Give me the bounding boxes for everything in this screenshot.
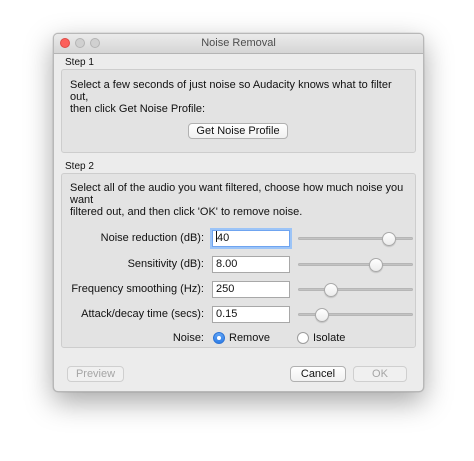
step2-instructions-line1: Select all of the audio you want filtere… bbox=[70, 182, 404, 194]
remove-radio-label[interactable]: Remove bbox=[229, 332, 270, 344]
sensitivity-slider-knob[interactable] bbox=[368, 258, 383, 272]
noise-removal-window: Noise Removal Step 1 Select a few second… bbox=[53, 33, 424, 392]
attack-decay-input[interactable]: 0.15 bbox=[212, 306, 290, 323]
noise-reduction-label: Noise reduction (dB): bbox=[100, 232, 204, 244]
get-noise-profile-button[interactable]: Get Noise Profile bbox=[188, 123, 288, 139]
step1-instructions-line3: then click Get Noise Profile: bbox=[70, 103, 206, 115]
ok-button[interactable]: OK bbox=[353, 366, 407, 382]
sensitivity-label: Sensitivity (dB): bbox=[127, 258, 204, 270]
sensitivity-slider[interactable] bbox=[298, 258, 413, 272]
step1-instructions-line1: Select a few seconds of just noise so Au… bbox=[70, 79, 392, 91]
sensitivity-input[interactable]: 8.00 bbox=[212, 256, 290, 273]
frequency-smoothing-slider-knob[interactable] bbox=[323, 283, 338, 297]
isolate-radio[interactable] bbox=[297, 332, 309, 344]
isolate-radio-label[interactable]: Isolate bbox=[313, 332, 345, 344]
step1-instructions-line2: out, bbox=[70, 91, 89, 103]
attack-decay-label: Attack/decay time (secs): bbox=[81, 308, 204, 320]
step2-label: Step 2 bbox=[65, 161, 94, 172]
title-bar[interactable]: Noise Removal bbox=[54, 34, 423, 54]
window-title: Noise Removal bbox=[201, 37, 276, 49]
step1-instructions: Select a few seconds of just noise so Au… bbox=[70, 79, 405, 115]
step1-group: Select a few seconds of just noise so Au… bbox=[61, 69, 416, 153]
attack-decay-slider-knob[interactable] bbox=[314, 308, 329, 322]
remove-radio[interactable] bbox=[213, 332, 225, 344]
noise-mode-label: Noise: bbox=[172, 332, 204, 344]
attack-decay-slider[interactable] bbox=[298, 308, 413, 322]
cancel-button[interactable]: Cancel bbox=[290, 366, 346, 382]
noise-reduction-value: 40 bbox=[217, 232, 230, 244]
preview-button[interactable]: Preview bbox=[67, 366, 124, 382]
frequency-smoothing-slider[interactable] bbox=[298, 283, 413, 297]
noise-reduction-slider[interactable] bbox=[298, 232, 413, 246]
step2-group: Select all of the audio you want filtere… bbox=[61, 173, 416, 348]
frequency-smoothing-label: Frequency smoothing (Hz): bbox=[71, 283, 204, 295]
step2-instructions-line2: want bbox=[70, 194, 94, 206]
noise-reduction-input[interactable]: 40 bbox=[212, 230, 290, 247]
noise-reduction-slider-knob[interactable] bbox=[382, 232, 397, 246]
step2-instructions-line3: filtered out, and then click 'OK' to rem… bbox=[70, 206, 303, 218]
step1-label: Step 1 bbox=[65, 57, 94, 68]
step2-instructions: Select all of the audio you want filtere… bbox=[70, 182, 405, 218]
frequency-smoothing-input[interactable]: 250 bbox=[212, 281, 290, 298]
